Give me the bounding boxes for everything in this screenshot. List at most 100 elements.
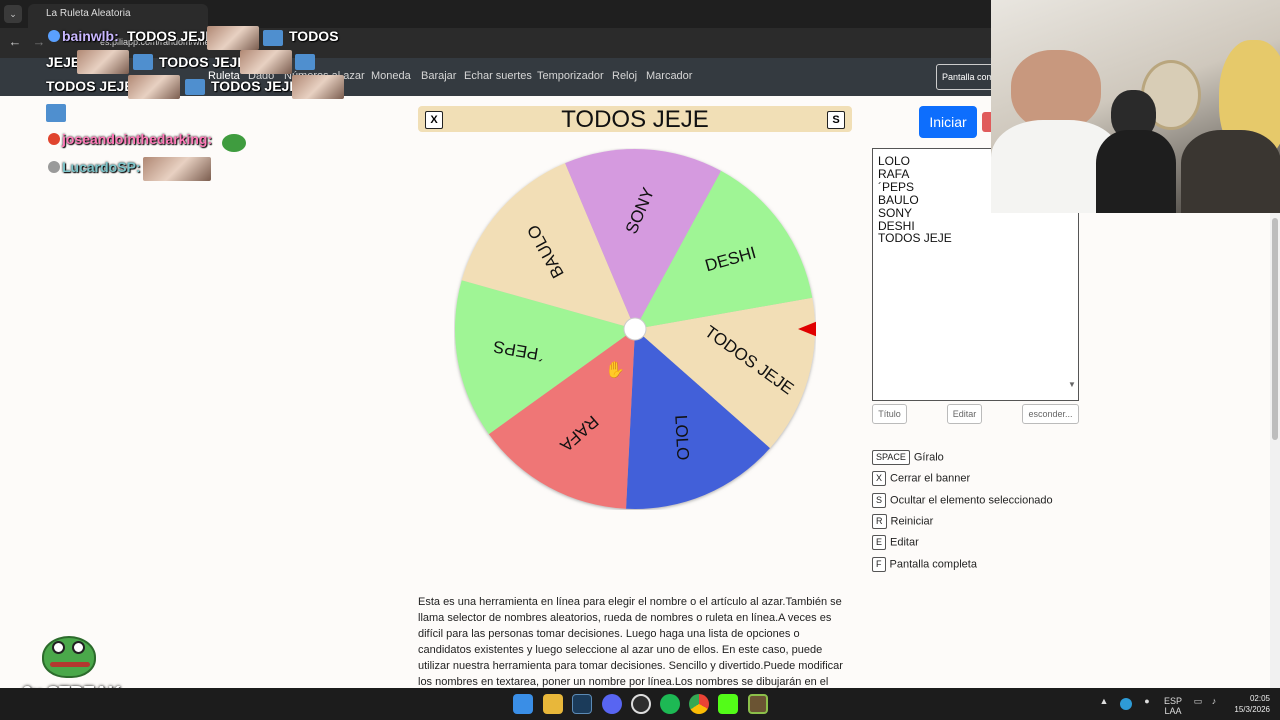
page-description: Esta es una herramienta en línea para el… bbox=[418, 596, 843, 688]
emote-icon bbox=[133, 54, 153, 70]
frog-eye bbox=[52, 641, 65, 654]
browser-tab[interactable]: La Ruleta Aleatoria bbox=[28, 4, 208, 28]
emote-icon bbox=[292, 75, 344, 99]
emote-icon bbox=[295, 54, 315, 70]
banner-hide-button[interactable]: S bbox=[827, 111, 845, 129]
name-entry: ´PEPS bbox=[878, 179, 915, 194]
emote-icon bbox=[46, 104, 66, 122]
clock-time: 02:05 bbox=[1249, 694, 1270, 703]
fullscreen-button[interactable]: Pantalla completa bbox=[936, 64, 996, 90]
steam-icon[interactable] bbox=[572, 694, 592, 714]
nav-item-marcador[interactable]: Marcador bbox=[646, 70, 692, 82]
folder-icon[interactable] bbox=[543, 694, 563, 714]
display-icon[interactable]: ▭ bbox=[1192, 696, 1204, 707]
shortcut-row: R Reiniciar bbox=[872, 514, 933, 529]
hand-cursor-icon: ✋ bbox=[605, 362, 625, 379]
microphone-icon[interactable]: ● bbox=[1141, 696, 1153, 706]
edit-button[interactable]: Editar bbox=[947, 404, 982, 424]
frog-emote-icon bbox=[42, 636, 96, 678]
name-entry: LOLO bbox=[878, 154, 911, 168]
emote-icon bbox=[77, 50, 129, 74]
chat-message: TODOS JEJE bbox=[127, 28, 215, 44]
emote-icon bbox=[143, 157, 211, 181]
spotify-icon[interactable] bbox=[660, 694, 680, 714]
shortcut-row: S Ocultar el elemento seleccionado bbox=[872, 493, 1053, 508]
clock-date: 15/3/2026 bbox=[1234, 705, 1270, 714]
shortcut-label: Ocultar el elemento seleccionado bbox=[890, 494, 1053, 507]
shortcut-key: SPACE bbox=[872, 450, 910, 465]
shortcut-row: E Editar bbox=[872, 535, 919, 550]
chat-message: TODOS JEJE bbox=[46, 78, 134, 94]
nav-item-temporizador[interactable]: Temporizador bbox=[537, 70, 604, 82]
hide-button[interactable]: esconder... bbox=[1022, 404, 1079, 424]
shortcut-key: E bbox=[872, 535, 887, 550]
taskbar-clock[interactable]: 02:05 15/3/2026 bbox=[1222, 693, 1270, 715]
nav-item-echar-suertes[interactable]: Echar suertes bbox=[464, 70, 532, 82]
names-list: LOLO RAFA ´PEPS BAULO SONY DESHI TODOS J… bbox=[878, 155, 952, 245]
badge-icon bbox=[48, 161, 60, 173]
nav-item-barajar[interactable]: Barajar bbox=[421, 70, 456, 82]
shortcut-label: Pantalla completa bbox=[889, 558, 977, 571]
shortcut-key: F bbox=[872, 557, 886, 572]
badge-icon bbox=[48, 133, 60, 145]
obs-icon[interactable] bbox=[631, 694, 651, 714]
chat-message: TODOS bbox=[289, 28, 339, 44]
wheel-segment-label: LOLO bbox=[671, 415, 692, 461]
chat-message: JEJE bbox=[46, 54, 81, 70]
shortcut-label: Gíralo bbox=[913, 451, 944, 464]
chat-message: TODOS JEJE bbox=[159, 54, 247, 70]
name-wheel[interactable]: TODOS JEJELOLORAFA´PEPSBAULOSONYDESHI bbox=[454, 148, 816, 510]
chrome-icon[interactable] bbox=[689, 694, 709, 714]
name-entry: TODOS JEJE bbox=[878, 231, 952, 246]
emote-icon bbox=[207, 26, 259, 50]
shortcut-row: SPACE Gíralo bbox=[872, 450, 944, 465]
layout-code: LAA bbox=[1164, 706, 1182, 716]
frog-emote-icon bbox=[222, 134, 246, 152]
emote-icon bbox=[128, 75, 180, 99]
start-button[interactable]: Iniciar bbox=[919, 106, 977, 138]
name-entry: RAFA bbox=[878, 166, 910, 181]
textarea-scroll-down-icon[interactable]: ▼ bbox=[1068, 380, 1076, 389]
forward-arrow-icon[interactable]: → bbox=[30, 33, 48, 51]
guest2-body bbox=[1181, 130, 1280, 213]
language-indicator[interactable]: ESP LAA bbox=[1163, 696, 1183, 716]
emote-icon bbox=[240, 50, 292, 74]
streamer-head bbox=[1011, 50, 1101, 130]
shortcut-label: Editar bbox=[890, 536, 919, 549]
frog-eye bbox=[72, 641, 85, 654]
chevron-down-icon[interactable]: ⌄ bbox=[4, 5, 22, 23]
chat-username: LucardoSP: bbox=[62, 159, 141, 175]
back-arrow-icon[interactable]: ← bbox=[6, 33, 24, 51]
volume-icon[interactable]: ♪ bbox=[1208, 696, 1220, 706]
banner-title: TODOS JEJE bbox=[561, 106, 709, 133]
chat-username: bainwlb: bbox=[62, 28, 119, 44]
chat-message: TODOS JEJE bbox=[211, 78, 299, 94]
guest-body bbox=[1096, 130, 1176, 213]
language-code: ESP bbox=[1163, 696, 1182, 706]
shortcut-key: R bbox=[872, 514, 887, 529]
chat-username: joseandointhedarking: bbox=[62, 131, 213, 147]
frog-mouth bbox=[50, 662, 90, 667]
kick-icon[interactable] bbox=[718, 694, 738, 714]
badge-icon bbox=[48, 30, 60, 42]
banner-close-button[interactable]: X bbox=[425, 111, 443, 129]
nav-item-reloj[interactable]: Reloj bbox=[612, 70, 637, 82]
name-entry: BAULO bbox=[878, 192, 919, 207]
discord-icon[interactable] bbox=[602, 694, 622, 714]
windows-icon[interactable] bbox=[513, 694, 533, 714]
scrollbar-thumb[interactable] bbox=[1272, 218, 1278, 440]
shortcut-key: X bbox=[872, 471, 887, 486]
wheel-center-hub[interactable] bbox=[623, 317, 647, 341]
nav-item-moneda[interactable]: Moneda bbox=[371, 70, 411, 82]
shortcut-label: Cerrar el banner bbox=[890, 472, 971, 485]
network-app-icon[interactable] bbox=[1120, 698, 1132, 710]
webcam-overlay bbox=[991, 0, 1280, 213]
minecraft-icon[interactable] bbox=[748, 694, 768, 714]
shortcut-label: Reiniciar bbox=[890, 515, 934, 528]
title-button[interactable]: Título bbox=[872, 404, 907, 424]
shortcut-row: X Cerrar el banner bbox=[872, 471, 970, 486]
shortcut-row: F Pantalla completa bbox=[872, 557, 977, 572]
chevron-up-icon[interactable]: ▲ bbox=[1098, 696, 1110, 706]
shortcut-key: S bbox=[872, 493, 887, 508]
name-entry: SONY bbox=[878, 205, 913, 220]
